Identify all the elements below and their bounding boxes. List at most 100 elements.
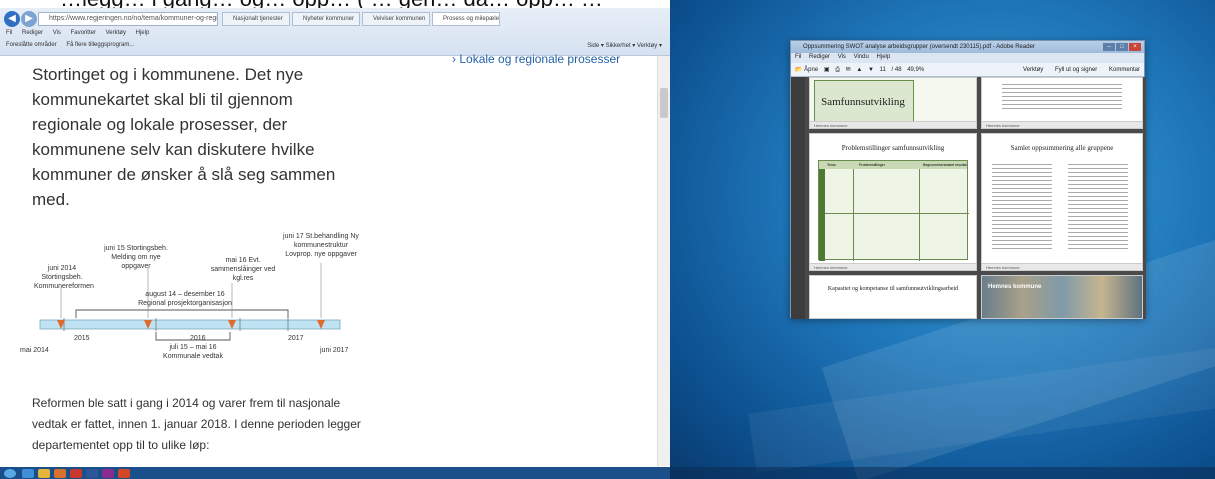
slide-footer: Hemnes kommune <box>982 121 1142 128</box>
comment-button[interactable]: Kommentar <box>1109 67 1140 73</box>
menu-item[interactable]: Hjelp <box>136 30 150 36</box>
slide-title: Samlet oppsummering alle gruppene <box>1010 144 1114 152</box>
address-bar[interactable]: https://www.regjeringen.no/no/tema/kommu… <box>38 12 218 26</box>
timeline-start: mai 2014 <box>20 347 49 354</box>
tab-3[interactable]: Veiviser kommunen <box>362 12 430 26</box>
menu-item[interactable]: Fil <box>795 54 801 60</box>
prev-page-icon[interactable]: ▲ <box>856 63 862 77</box>
menu-item[interactable]: Hjelp <box>877 54 891 60</box>
menu-item[interactable]: Vindu <box>854 54 869 60</box>
scrollbar-thumb[interactable] <box>660 88 668 118</box>
slide-thumbnail[interactable]: Samfunnsutvikling Hemnes kommune <box>809 77 977 129</box>
timeline-graphic: juni 2014 Stortingsbeh. Kommunereformen … <box>20 228 360 363</box>
menu-item[interactable]: Verktøy <box>106 30 126 36</box>
menu-item[interactable]: Vis <box>838 54 846 60</box>
save-icon[interactable]: ▣ <box>824 63 830 77</box>
maximize-icon[interactable]: □ <box>1116 43 1128 51</box>
pdf-document-area[interactable]: Samfunnsutvikling Hemnes kommune Hemnes … <box>805 77 1146 319</box>
start-icon[interactable] <box>4 469 16 478</box>
print-icon[interactable]: ⎙ <box>835 63 840 77</box>
slide-footer: Hemnes kommune <box>982 263 1142 270</box>
timeline-label: juli 15 – mai 16 Kommunale vedtak <box>163 344 223 360</box>
article-body: Stortinget og i kommunene. Det nye kommu… <box>32 62 362 212</box>
browser-window: ◀ ▶ https://www.regjeringen.no/no/tema/k… <box>0 0 670 479</box>
slide-thumbnail[interactable]: Problemstillinger samfunnsutvikling Tema… <box>809 133 977 271</box>
slide-thumbnail[interactable]: Hemnes kommune <box>981 77 1143 129</box>
powerpoint-icon[interactable] <box>118 469 130 478</box>
regional-bracket <box>75 309 289 318</box>
window-controls: – □ × <box>1102 43 1141 51</box>
desktop: Oppsummering SWOT analyse arbeidsgrupper… <box>670 0 1215 479</box>
slide-title: Problemstillinger samfunnsutvikling <box>841 144 945 152</box>
side-link[interactable]: › Lokale og regionale prosesser <box>452 52 620 66</box>
tools-menu[interactable]: Verktøy <box>637 43 657 49</box>
outlook-icon[interactable] <box>54 469 66 478</box>
favorites-bar: Foreslåtte områder Få flere tilleggsprog… <box>6 42 142 48</box>
safety-menu[interactable]: Sikkerhet <box>606 43 631 49</box>
slide-thumbnail[interactable]: Hemnes kommune <box>981 275 1143 319</box>
timeline-label: juni 15 Stortingsbeh. Melding om nye opp… <box>104 245 168 270</box>
menu-item[interactable]: Rediger <box>809 54 830 60</box>
menu-item[interactable]: Favoritter <box>71 30 96 36</box>
page-number-input[interactable]: 11 <box>880 63 886 77</box>
menu-item[interactable]: Vis <box>53 30 61 36</box>
taskbar <box>0 467 670 479</box>
timeline-year: 2016 <box>190 335 206 342</box>
ie-icon[interactable] <box>22 469 34 478</box>
taskbar-tray <box>670 467 1215 479</box>
close-icon[interactable]: × <box>1129 43 1141 51</box>
slide-thumbnail[interactable]: Kapasitet og kompetanse til samfunnsutvi… <box>809 275 977 319</box>
next-page-icon[interactable]: ▼ <box>868 63 874 77</box>
timeline-end: juni 2017 <box>320 347 349 354</box>
side-link-label: Lokale og regionale prosesser <box>459 52 621 66</box>
chevron-right-icon: › <box>452 52 456 66</box>
pdf-menu-bar: Fil Rediger Vis Vindu Hjelp <box>795 54 896 60</box>
page-total: / 48 <box>891 67 902 73</box>
slide-footer: Hemnes kommune <box>810 263 976 270</box>
caption-text: …legg… i gang… og… opp… ( … gen… da… opp… <box>60 0 603 8</box>
command-bar: Side ▾ Sikkerhet ▾ Verktøy ▾ <box>587 43 662 49</box>
scrollbar[interactable] <box>657 56 670 466</box>
pdf-nav-pane[interactable] <box>791 77 805 319</box>
menu-item[interactable]: Fil <box>6 30 12 36</box>
timeline-label: juni 17 St.behandling Ny kommunestruktur… <box>283 233 359 258</box>
back-icon[interactable]: ◀ <box>4 11 20 27</box>
pdf-toolbar: 📂 Åpne ▣ ⎙ ✉ ▲ ▼ 11 / 48 49,9% Verktøy F… <box>791 63 1144 77</box>
tab-2[interactable]: Nyheter kommuner <box>292 12 360 26</box>
slide-footer: Hemnes kommune <box>810 121 976 128</box>
zoom-select[interactable]: 49,9% <box>907 63 924 77</box>
timeline-label: mai 16 Evt. sammenslåinger ved kgl.res <box>210 257 276 282</box>
pdf-reader-window[interactable]: Oppsummering SWOT analyse arbeidsgrupper… <box>790 40 1146 319</box>
timeline-label: august 14 – desember 16 Regional prosjek… <box>138 291 232 307</box>
slide-banner: Hemnes kommune <box>988 284 1042 290</box>
acrobat-icon[interactable] <box>70 469 82 478</box>
menu-item[interactable]: Rediger <box>22 30 43 36</box>
timeline-year: 2015 <box>74 335 90 342</box>
timeline-year: 2017 <box>288 335 304 342</box>
timeline-label: juni 2014 Stortingsbeh. Kommunereformen <box>34 265 94 290</box>
email-icon[interactable]: ✉ <box>846 63 851 77</box>
slide-title: Samfunnsutvikling <box>821 96 905 108</box>
favorites-item[interactable]: Foreslåtte områder <box>6 42 57 48</box>
article-paragraph: Stortinget og i kommunene. Det nye kommu… <box>32 65 336 209</box>
word-icon[interactable] <box>86 469 98 478</box>
problem-table: Tema Problemstillinger Begrunnelse/ønske… <box>818 160 969 261</box>
minimize-icon[interactable]: – <box>1103 43 1115 51</box>
slide-title: Kapasitet og kompetanse til samfunnsutvi… <box>827 286 959 292</box>
fill-sign-button[interactable]: Fyll ut og signer <box>1055 67 1097 73</box>
tools-button[interactable]: Verktøy <box>1023 67 1043 73</box>
pdf-window-title: Oppsummering SWOT analyse arbeidsgrupper… <box>791 41 1144 53</box>
favorites-item[interactable]: Få flere tilleggsprogram... <box>66 42 134 48</box>
menu-bar: Fil Rediger Vis Favoritter Verktøy Hjelp <box>6 30 157 36</box>
folder-icon[interactable] <box>38 469 50 478</box>
tab-4[interactable]: Prosess og milepæler <box>432 12 500 26</box>
forward-icon[interactable]: ▶ <box>21 11 37 27</box>
open-button[interactable]: 📂 Åpne <box>795 63 818 77</box>
slide-thumbnail[interactable]: Samlet oppsummering alle gruppene Hemnes… <box>981 133 1143 271</box>
tab-1[interactable]: Nasjonalt tjenester <box>222 12 290 26</box>
access-icon[interactable] <box>102 469 114 478</box>
article-paragraph: Reformen ble satt i gang i 2014 og varer… <box>32 396 361 452</box>
page-menu[interactable]: Side <box>587 43 599 49</box>
timeline-bar <box>39 319 341 330</box>
browser-chrome: ◀ ▶ https://www.regjeringen.no/no/tema/k… <box>0 8 670 56</box>
